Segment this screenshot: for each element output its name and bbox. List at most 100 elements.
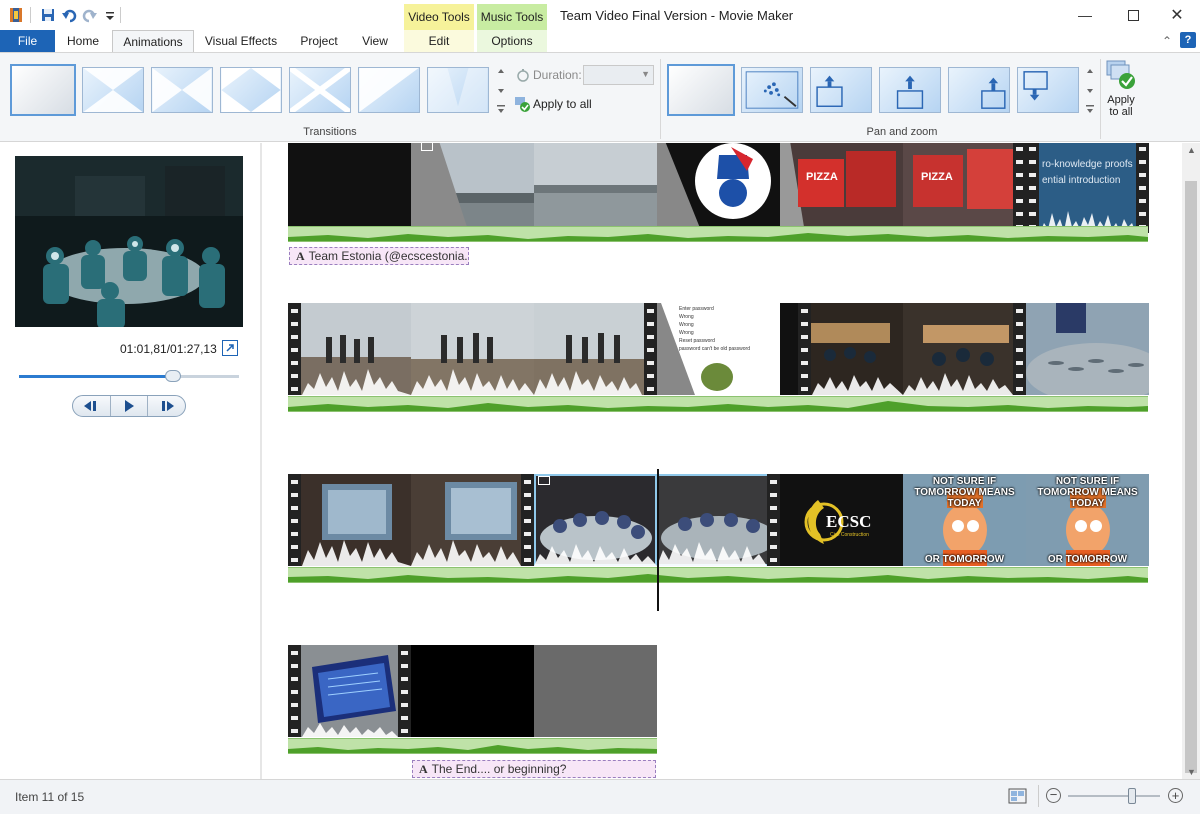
clip-thumbnail[interactable]	[288, 143, 411, 233]
status-bar: Item 11 of 15 − +	[0, 779, 1200, 814]
pan-zoom-gallery-scroll[interactable]	[1083, 63, 1097, 117]
transition-x[interactable]	[289, 67, 351, 113]
next-frame-button[interactable]	[148, 396, 185, 416]
zoom-thumb[interactable]	[1128, 788, 1137, 804]
apply-all-icon	[515, 97, 530, 112]
apply-to-all-pan-zoom-button[interactable]: Apply to all	[1102, 59, 1140, 125]
undo-icon[interactable]	[61, 7, 77, 23]
zkp-line-2: ential introduction	[1042, 175, 1121, 186]
apply-all-icon	[1106, 60, 1135, 89]
video-preview[interactable]	[15, 156, 243, 327]
clip-thumbnail[interactable]	[411, 143, 534, 233]
transition-cross-side[interactable]	[151, 67, 213, 113]
qat-separator	[120, 7, 121, 23]
clip-thumbnail[interactable]	[903, 303, 1026, 395]
caption-clip[interactable]: A The End.... or beginning?	[412, 760, 656, 778]
transition-v[interactable]	[427, 67, 489, 113]
maximize-button[interactable]	[1110, 0, 1156, 30]
zoom-in-icon[interactable]: +	[1168, 788, 1183, 803]
storyboard[interactable]: PIZZA PIZZA ro-knowledge proofs ential i…	[262, 143, 1182, 779]
meme-top-text: NOT SURE IF TOMORROW MEANS TODAY	[914, 476, 1015, 509]
transition-diagonal[interactable]	[358, 67, 420, 113]
transition-none[interactable]	[10, 64, 76, 116]
audio-track[interactable]	[288, 226, 1148, 242]
app-icon[interactable]	[8, 7, 24, 23]
collapse-ribbon-icon[interactable]: ⌃	[1162, 34, 1172, 48]
clip-thumbnail-selected[interactable]	[534, 474, 657, 566]
audio-waveform	[657, 542, 767, 566]
tab-visual-effects[interactable]: Visual Effects	[198, 30, 284, 52]
previous-frame-button[interactable]	[73, 396, 111, 416]
clip-thumbnail[interactable]: NOT SURE IF TOMORROW MEANS TODAY OR TOMO…	[903, 474, 1026, 566]
tab-animations[interactable]: Animations	[112, 30, 194, 52]
storyboard-scrollbar[interactable]: ▲ ▼	[1182, 143, 1200, 779]
pan-zoom-none[interactable]	[667, 64, 735, 116]
scrollbar-thumb[interactable]	[1185, 181, 1197, 773]
clip-thumbnail[interactable]: PIZZA	[903, 143, 1026, 233]
save-icon[interactable]	[40, 7, 56, 23]
clip-thumbnail[interactable]	[780, 303, 903, 395]
clip-thumbnail[interactable]	[534, 143, 657, 233]
tab-project[interactable]: Project	[290, 30, 348, 52]
minimize-button[interactable]: —	[1062, 0, 1108, 30]
transition-diamond[interactable]	[220, 67, 282, 113]
tab-file[interactable]: File	[0, 30, 55, 52]
zoom-slider[interactable]	[1068, 788, 1160, 804]
seek-thumb[interactable]	[165, 370, 181, 382]
text-caption-icon: A	[419, 762, 428, 776]
tab-edit[interactable]: Edit	[404, 30, 474, 52]
clip-thumbnail[interactable]	[534, 303, 657, 395]
clip-thumbnail[interactable]	[534, 645, 657, 737]
close-button[interactable]: ✕	[1154, 0, 1200, 30]
clip-thumbnail-selected[interactable]	[657, 474, 780, 566]
tab-home[interactable]: Home	[58, 30, 108, 52]
pan-zoom-in-bottom-left[interactable]	[810, 67, 872, 113]
audio-waveform	[534, 544, 657, 566]
audio-track[interactable]	[288, 738, 657, 754]
play-button[interactable]	[111, 396, 149, 416]
transitions-gallery-scroll[interactable]	[494, 63, 508, 117]
clip-thumbnail[interactable]	[1026, 303, 1149, 395]
clip-thumbnail[interactable]: NOT SURE IF TOMORROW MEANS TODAY OR TOMO…	[1026, 474, 1149, 566]
clip-thumbnail[interactable]	[288, 645, 411, 737]
seek-slider[interactable]	[19, 370, 239, 382]
qat-separator	[30, 7, 31, 23]
pan-zoom-automatic[interactable]	[741, 67, 803, 113]
audio-waveform	[903, 373, 1013, 395]
pan-zoom-out-top-left[interactable]	[1017, 67, 1079, 113]
customize-qat-icon[interactable]	[102, 7, 118, 23]
clip-thumbnail[interactable]	[411, 645, 534, 737]
clip-thumbnail[interactable]	[657, 143, 780, 233]
seek-progress	[19, 375, 173, 378]
clip-thumbnail[interactable]	[288, 303, 411, 395]
scroll-down-icon[interactable]: ▼	[1187, 767, 1196, 777]
transition-cross-in[interactable]	[82, 67, 144, 113]
pan-zoom-in-bottom-center[interactable]	[879, 67, 941, 113]
fullscreen-button[interactable]	[222, 340, 238, 356]
clip-thumbnail[interactable]: ECSC Civil Construction	[780, 474, 903, 566]
help-icon[interactable]: ?	[1180, 32, 1196, 48]
clip-thumbnail[interactable]	[288, 474, 411, 566]
apply-to-all-transitions-button[interactable]: Apply to all	[514, 96, 592, 112]
clip-thumbnail[interactable]: ro-knowledge proofs ential introduction	[1026, 143, 1149, 233]
audio-track[interactable]	[288, 567, 1148, 583]
thumbnail-size-icon[interactable]	[1008, 787, 1028, 805]
pan-zoom-in-bottom-right[interactable]	[948, 67, 1010, 113]
music-tools-context: Music Tools	[477, 4, 547, 30]
clip-thumbnail[interactable]: PIZZA	[780, 143, 903, 233]
caption-clip[interactable]: A Team Estonia (@ecscestonia...	[289, 247, 469, 265]
storyboard-row-4	[288, 645, 657, 737]
tab-options[interactable]: Options	[477, 30, 547, 52]
clip-thumbnail[interactable]: Enter password Wrong Wrong Wrong Reset p…	[657, 303, 780, 395]
clip-thumbnail[interactable]	[411, 303, 534, 395]
audio-track[interactable]	[288, 396, 1148, 412]
redo-icon[interactable]	[82, 7, 98, 23]
next-frame-icon	[161, 401, 174, 411]
scroll-up-icon[interactable]: ▲	[1187, 145, 1196, 155]
playhead[interactable]	[657, 469, 659, 611]
duration-label: Duration:	[533, 68, 582, 82]
duration-select[interactable]: ▼	[583, 65, 654, 85]
zoom-out-icon[interactable]: −	[1046, 788, 1061, 803]
clip-thumbnail[interactable]	[411, 474, 534, 566]
tab-view[interactable]: View	[352, 30, 398, 52]
